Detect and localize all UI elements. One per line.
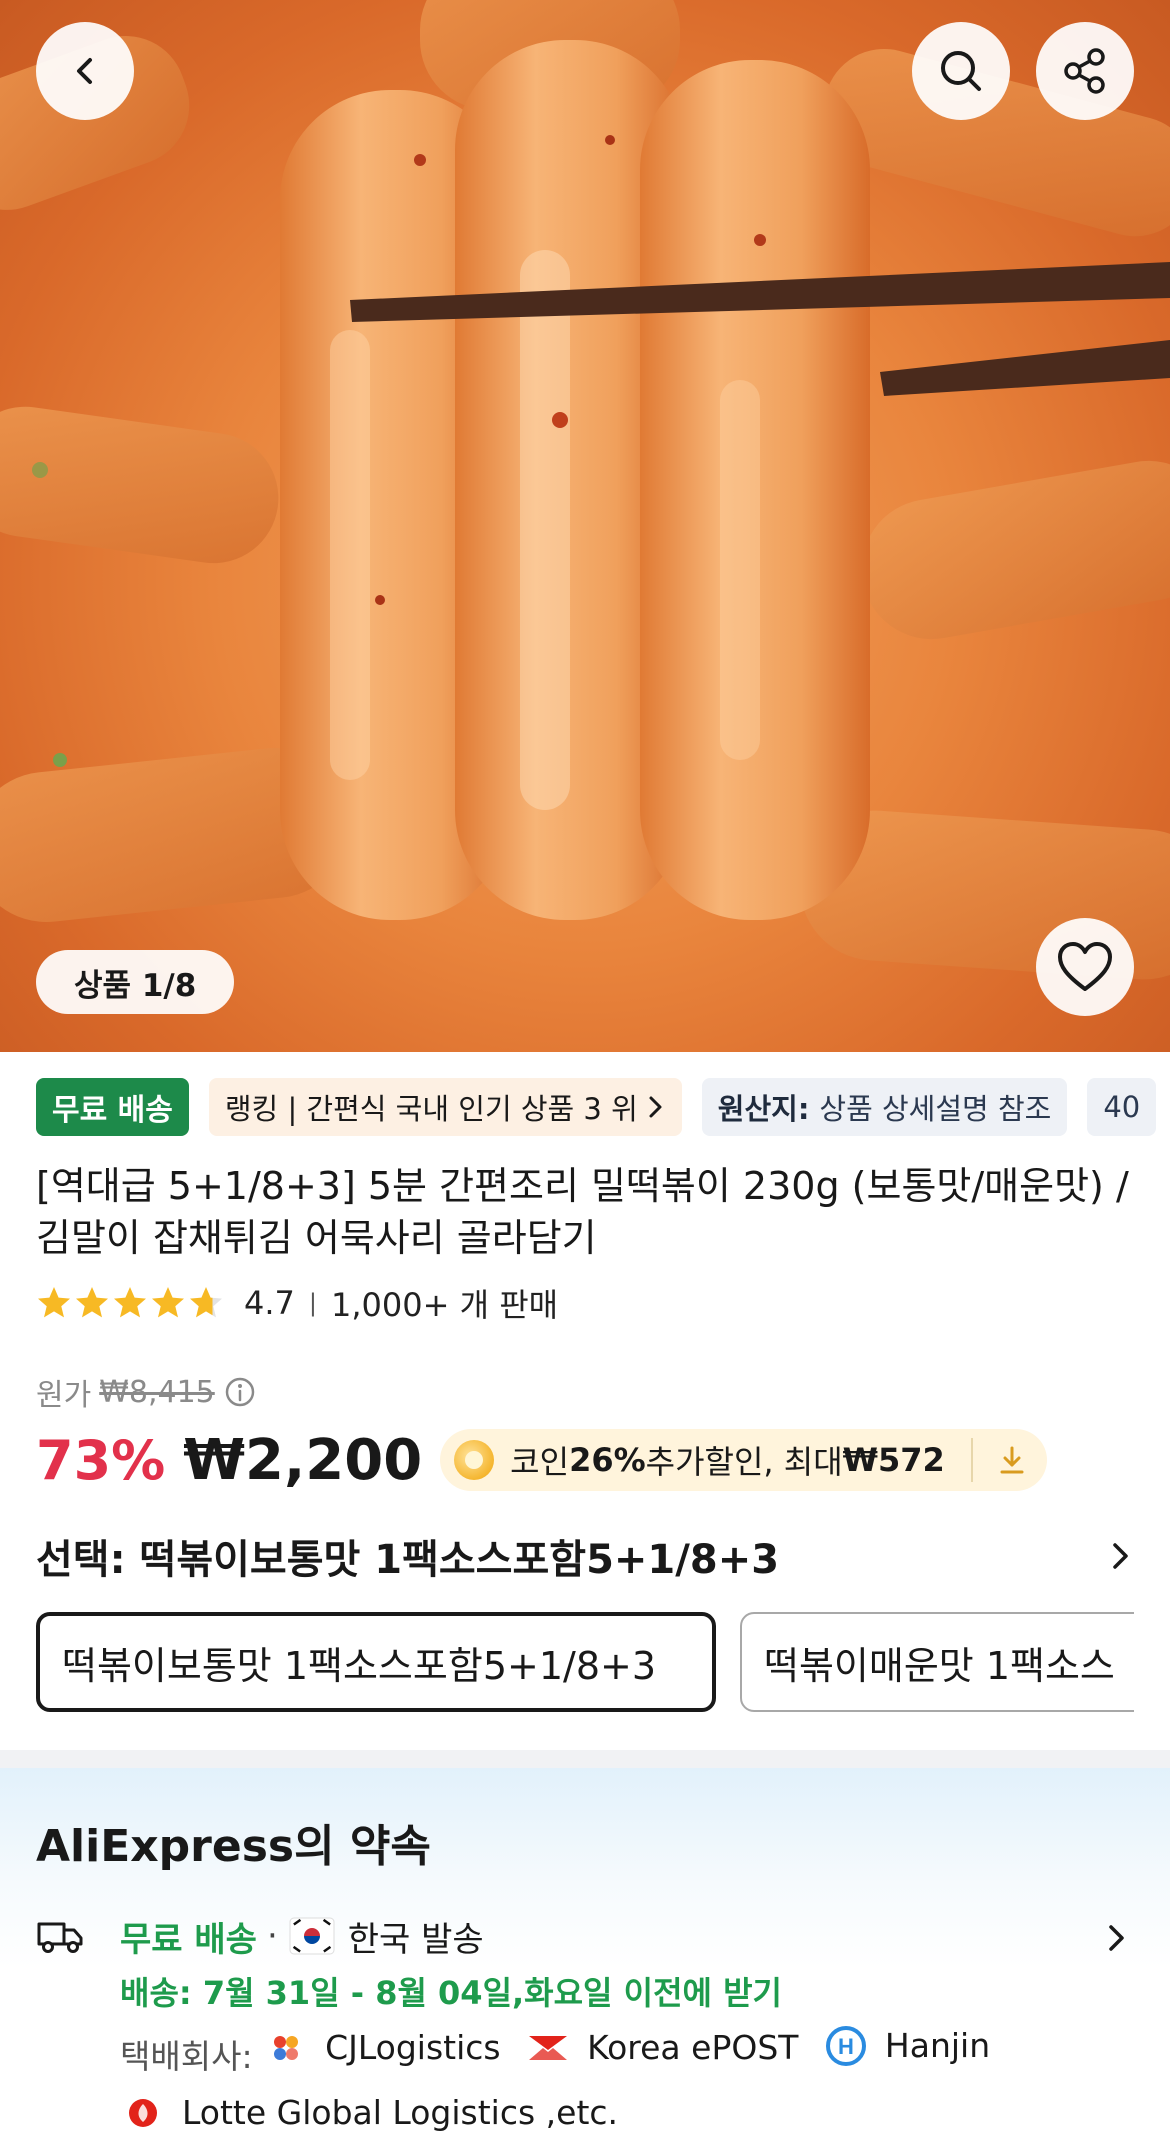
star-icon: [114, 1287, 146, 1318]
variant-select-row[interactable]: 선택: 떡볶이보통맛 1팩소스포함5+1/8+3: [36, 1526, 1136, 1586]
rating-row[interactable]: 4.7 | 1,000+ 개 판매: [36, 1278, 558, 1328]
carrier-label: 택배회사:: [120, 2037, 253, 2076]
hanjin-logo-icon: H: [823, 2023, 869, 2069]
section-divider: [0, 1750, 1170, 1768]
chevron-right-icon: [649, 1096, 662, 1118]
star-icon: [152, 1287, 184, 1318]
original-price: ₩8,415: [99, 1374, 215, 1410]
free-shipping-tag: 무료 배송: [36, 1078, 189, 1136]
origin-value: 상품 상세설명 참조: [819, 1092, 1052, 1126]
sale-price: ₩2,200: [183, 1427, 423, 1493]
coin-discount-banner[interactable]: 코인 26% 추가할인, 최대 ₩572: [440, 1429, 1047, 1491]
image-counter: 상품 1/8: [36, 950, 235, 1014]
tag-row: 무료 배송 랭킹 | 간편식 국내 인기 상품 3 위 원산지: 상품 상세설명…: [36, 1078, 1157, 1136]
chevron-left-icon: [77, 58, 92, 84]
share-button[interactable]: [1036, 22, 1134, 120]
cj-logo-icon: [263, 2025, 310, 2071]
product-image-gallery[interactable]: 상품 1/8: [0, 0, 1170, 1052]
price-row: 73% ₩2,200 코인 26% 추가할인, 최대 ₩572: [36, 1420, 1047, 1500]
share-icon: [1064, 48, 1105, 94]
carrier-list: 택배회사: CJLogistics Korea ePOST H Hanjin L…: [120, 2018, 1120, 2137]
carrier-name: Hanjin: [884, 2026, 991, 2065]
variant-option-selected[interactable]: 떡볶이보통맛 1팩소스포함5+1/8+3: [36, 1612, 716, 1712]
search-icon: [941, 51, 981, 91]
coin-text-pre: 코인: [510, 1443, 570, 1481]
rating-separator: |: [308, 1289, 317, 1317]
origin-tag: 원산지: 상품 상세설명 참조: [701, 1078, 1068, 1136]
heart-icon: [1058, 942, 1112, 991]
rating-stars: [36, 1285, 224, 1321]
discount-percent: 73%: [36, 1428, 166, 1492]
shipping-summary: 무료 배송 · 한국 발송: [120, 1908, 484, 1964]
carrier-name: Lotte Global Logistics ,etc.: [182, 2093, 619, 2132]
truck-icon: [37, 1922, 83, 1953]
coin-divider: [970, 1438, 973, 1482]
carrier-name: CJLogistics: [325, 2028, 501, 2067]
back-button[interactable]: [36, 22, 134, 120]
product-title: [역대급 5+1/8+3] 5분 간편조리 밀떡볶이 230g (보통맛/매운맛…: [36, 1164, 1129, 1260]
original-price-row: 원가 ₩8,415: [36, 1370, 257, 1414]
carrier-epost: Korea ePOST: [525, 2020, 798, 2076]
ranking-tag[interactable]: 랭킹 | 간편식 국내 인기 상품 3 위: [208, 1078, 682, 1136]
epost-logo-icon: [525, 2025, 571, 2071]
star-icon: [38, 1287, 70, 1318]
sold-count: 1,000+ 개 판매: [330, 1286, 559, 1324]
carrier-name: Korea ePOST: [587, 2028, 799, 2067]
variant-options: 떡볶이보통맛 1팩소스포함5+1/8+3 떡볶이매운맛 1팩소스: [36, 1612, 1134, 1712]
chevron-right-icon: [1109, 1925, 1124, 1951]
shipping-separator: ·: [266, 1916, 278, 1956]
coin-percent: 26%: [569, 1441, 646, 1479]
search-button[interactable]: [912, 22, 1010, 120]
svg-text:H: H: [838, 2034, 854, 2059]
star-icon: [76, 1287, 108, 1318]
download-icon: [1000, 1446, 1024, 1474]
product-photo: [0, 0, 1170, 980]
info-icon[interactable]: [223, 1375, 257, 1409]
shipping-free: 무료 배송: [120, 1919, 257, 1960]
star-icon: [190, 1287, 222, 1318]
origin-key: 원산지:: [717, 1092, 810, 1126]
extra-tag: 40: [1087, 1078, 1157, 1136]
coin-max: ₩572: [842, 1441, 945, 1479]
lotte-logo-icon: [120, 2090, 166, 2136]
aliexpress-promise-section: AliExpress의 약속 무료 배송 · 한국 발송 배송: 7월 31일 …: [0, 1768, 1170, 2137]
coin-icon: [454, 1440, 495, 1480]
ships-from: 한국 발송: [347, 1919, 484, 1960]
variant-option[interactable]: 떡볶이매운맛 1팩소스: [740, 1612, 1134, 1712]
carrier-lotte: Lotte Global Logistics ,etc.: [120, 2085, 618, 2137]
carrier-cj: CJLogistics: [263, 2020, 501, 2076]
coin-text-mid: 추가할인, 최대: [645, 1443, 843, 1481]
ranking-tag-label: 랭킹 | 간편식 국내 인기 상품 3 위: [224, 1092, 638, 1126]
rating-value: 4.7: [244, 1284, 295, 1322]
chevron-right-icon: [1113, 1543, 1128, 1569]
korea-flag-icon: [289, 1917, 335, 1955]
wishlist-button[interactable]: [1036, 918, 1134, 1016]
variant-select-label: 선택: 떡볶이보통맛 1팩소스포함5+1/8+3: [36, 1537, 780, 1583]
carrier-hanjin: H Hanjin: [823, 2018, 990, 2074]
delivery-estimate: 배송: 7월 31일 - 8월 04일,화요일 이전에 받기: [120, 1974, 782, 2012]
original-price-label: 원가: [36, 1378, 92, 1413]
promise-title: AliExpress의 약속: [36, 1821, 431, 1872]
